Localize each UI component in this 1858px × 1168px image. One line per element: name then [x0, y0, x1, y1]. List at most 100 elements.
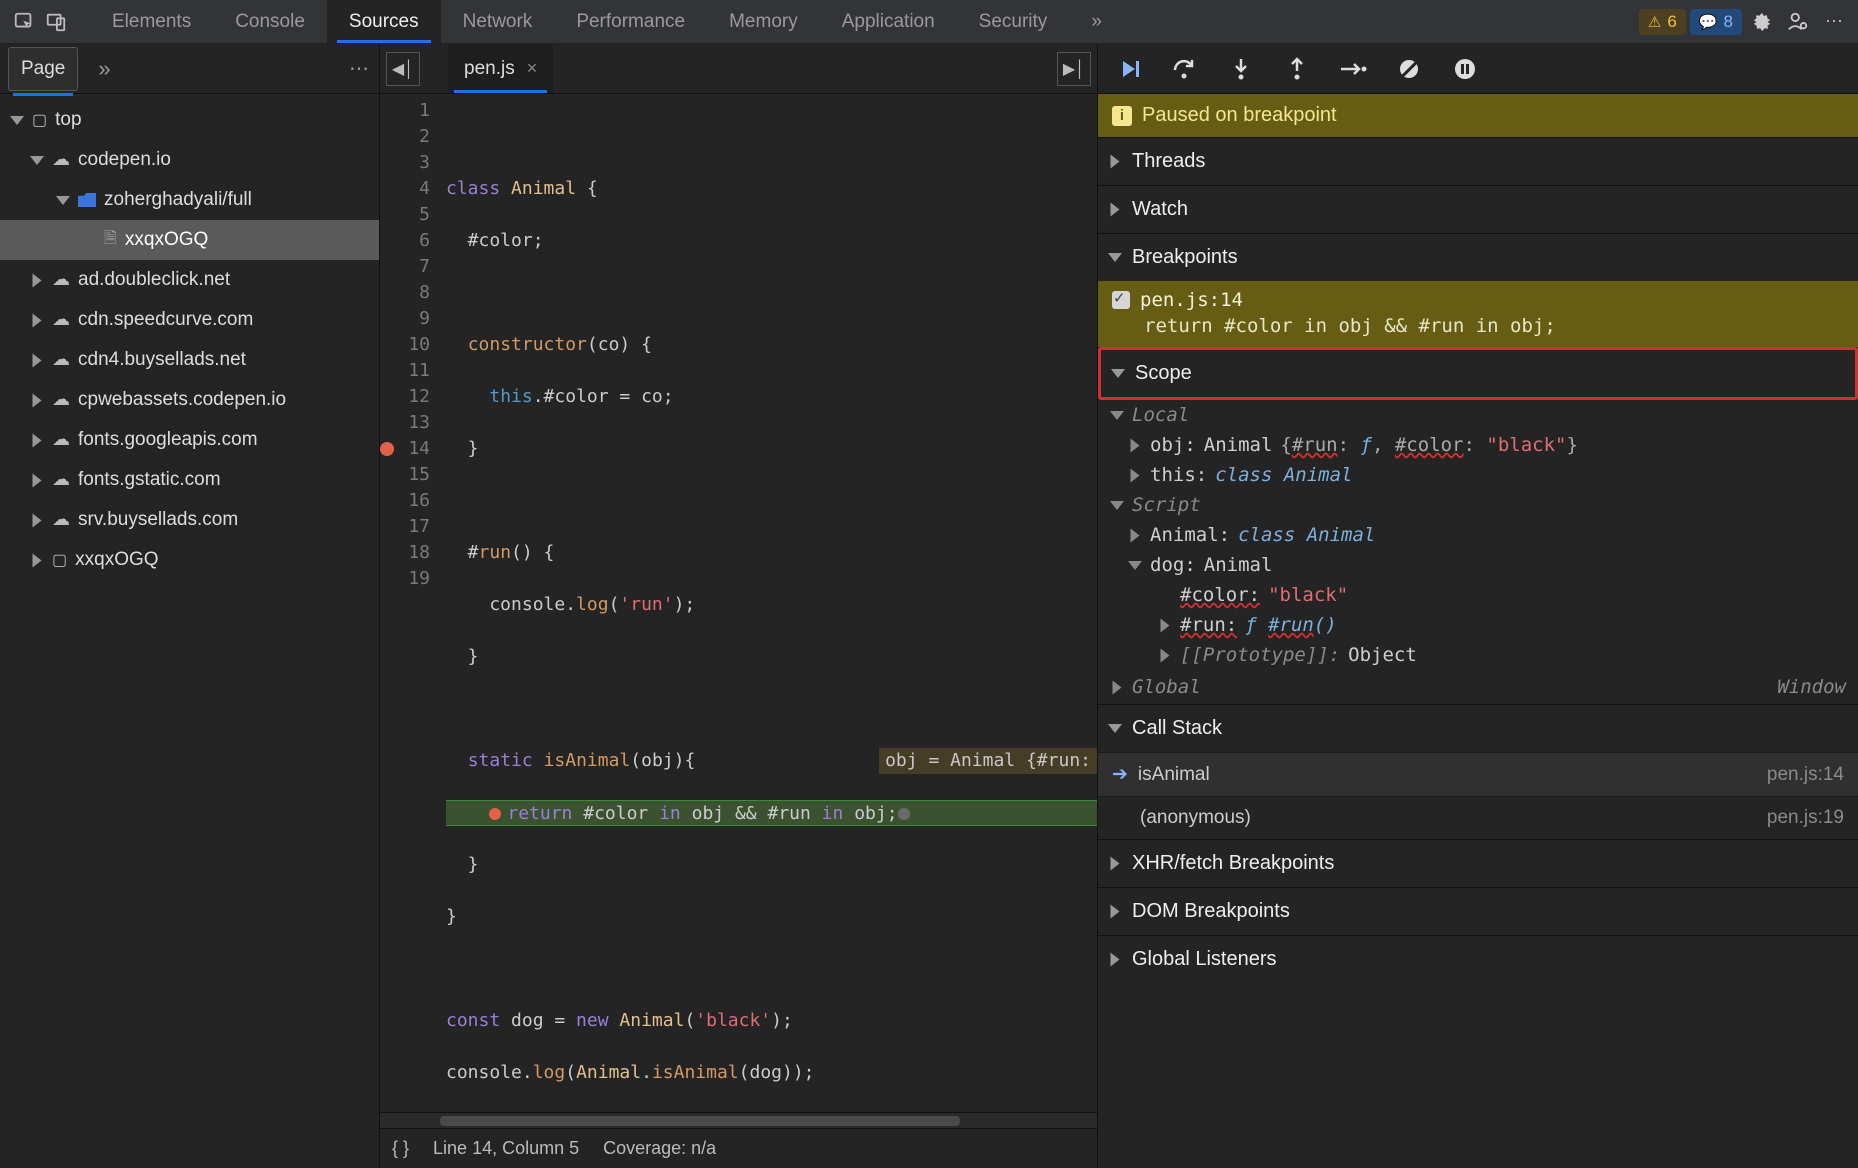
- breakpoint-checkbox[interactable]: [1112, 291, 1130, 309]
- tree-label: zoherghadyali/full: [104, 189, 252, 211]
- tree-domain-codepen[interactable]: codepen.io: [0, 140, 379, 180]
- scope-prop-color[interactable]: #color: "black": [1098, 580, 1858, 610]
- scope-script-header[interactable]: Script: [1098, 490, 1858, 520]
- tabs-overflow-icon[interactable]: »: [1069, 0, 1124, 43]
- toggle-navigator-icon[interactable]: ◀│: [386, 52, 420, 86]
- section-watch[interactable]: Watch: [1098, 185, 1858, 233]
- editor-pane: ◀│ pen.js × ▶│ 1234 5678 9101112 1314151…: [380, 44, 1098, 1168]
- warnings-badge[interactable]: 6: [1639, 9, 1686, 35]
- section-global-listeners[interactable]: Global Listeners: [1098, 935, 1858, 983]
- tree-label: fonts.googleapis.com: [78, 429, 258, 451]
- tab-elements[interactable]: Elements: [90, 0, 213, 43]
- gutter[interactable]: 1234 5678 9101112 13141516 171819: [380, 94, 438, 1112]
- tree-label: codepen.io: [78, 149, 171, 171]
- scope-prop-run[interactable]: #run: ƒ #run(): [1098, 610, 1858, 640]
- cloud-icon: [52, 309, 70, 331]
- cloud-icon: [52, 389, 70, 411]
- step-into-icon[interactable]: [1226, 54, 1256, 84]
- pretty-print-icon[interactable]: { }: [392, 1138, 409, 1159]
- navigator-tab-page[interactable]: Page: [8, 47, 78, 91]
- callstack-frame[interactable]: ➔isAnimal pen.js:14: [1098, 752, 1858, 796]
- step-icon[interactable]: [1338, 54, 1368, 84]
- frame-icon: [32, 109, 47, 131]
- scope-global-header[interactable]: Global Window: [1098, 670, 1858, 704]
- tab-application[interactable]: Application: [820, 0, 957, 43]
- tree-label: ad.doubleclick.net: [78, 269, 230, 291]
- tree-file-selected[interactable]: xxqxOGQ: [0, 220, 379, 260]
- section-xhr-breakpoints[interactable]: XHR/fetch Breakpoints: [1098, 839, 1858, 887]
- tree-domain[interactable]: ad.doubleclick.net: [0, 260, 379, 300]
- tree-label: fonts.gstatic.com: [78, 469, 221, 491]
- debugger-toolbar: [1098, 44, 1858, 94]
- scope-prop-proto[interactable]: [[Prototype]]: Object: [1098, 640, 1858, 670]
- coverage-status: Coverage: n/a: [603, 1138, 716, 1159]
- callstack-frame[interactable]: (anonymous) pen.js:19: [1098, 796, 1858, 839]
- scope-local-header[interactable]: Local: [1098, 400, 1858, 430]
- breakpoint-item[interactable]: pen.js:14 return #color in obj && #run i…: [1098, 281, 1858, 347]
- breakpoint-location: pen.js:14: [1140, 289, 1243, 311]
- tab-performance[interactable]: Performance: [554, 0, 707, 43]
- navigator-pane: Page » ⋯ top codepen.io zoherghadyali/fu…: [0, 44, 380, 1168]
- settings-gear-icon[interactable]: [1746, 6, 1778, 38]
- paused-banner: Paused on breakpoint: [1098, 94, 1858, 137]
- messages-badge[interactable]: 8: [1690, 9, 1742, 35]
- tree-domain[interactable]: fonts.gstatic.com: [0, 460, 379, 500]
- tab-sources[interactable]: Sources: [327, 0, 441, 43]
- tree-domain[interactable]: cdn.speedcurve.com: [0, 300, 379, 340]
- code-body[interactable]: class Animal { #color; constructor(co) {…: [438, 94, 1097, 1112]
- tab-security[interactable]: Security: [957, 0, 1070, 43]
- scope-var-animal[interactable]: Animal: class Animal: [1098, 520, 1858, 550]
- cloud-icon: [52, 149, 70, 171]
- devtools-topbar: Elements Console Sources Network Perform…: [0, 0, 1858, 44]
- toggle-debugger-icon[interactable]: ▶│: [1057, 52, 1091, 86]
- editor-tab-label: pen.js: [464, 58, 515, 80]
- navigator-more-icon[interactable]: ⋯: [349, 56, 371, 81]
- section-callstack[interactable]: Call Stack: [1098, 704, 1858, 752]
- step-out-icon[interactable]: [1282, 54, 1312, 84]
- editor-hscrollbar[interactable]: [380, 1112, 1097, 1128]
- tree-domain[interactable]: srv.buysellads.com: [0, 500, 379, 540]
- paused-message: Paused on breakpoint: [1142, 104, 1337, 127]
- cloud-icon: [52, 349, 70, 371]
- tree-label: xxqxOGQ: [125, 229, 208, 251]
- scope-var-dog[interactable]: dog: Animal: [1098, 550, 1858, 580]
- tree-frame-top[interactable]: top: [0, 100, 379, 140]
- tree-domain[interactable]: cpwebassets.codepen.io: [0, 380, 379, 420]
- section-dom-breakpoints[interactable]: DOM Breakpoints: [1098, 887, 1858, 935]
- code-editor[interactable]: 1234 5678 9101112 13141516 171819 class …: [380, 94, 1097, 1112]
- scope-body: Local obj: Animal {#run: ƒ, #color: "bla…: [1098, 400, 1858, 704]
- navigator-tabs-overflow-icon[interactable]: »: [98, 56, 111, 82]
- frame-icon: [52, 549, 67, 571]
- tree-domain[interactable]: fonts.googleapis.com: [0, 420, 379, 460]
- resume-icon[interactable]: [1114, 54, 1144, 84]
- tab-network[interactable]: Network: [441, 0, 555, 43]
- close-tab-icon[interactable]: ×: [527, 58, 538, 79]
- account-icon[interactable]: [1782, 6, 1814, 38]
- section-breakpoints[interactable]: Breakpoints: [1098, 233, 1858, 281]
- tree-label: srv.buysellads.com: [78, 509, 238, 531]
- folder-icon: [78, 193, 96, 207]
- deactivate-breakpoints-icon[interactable]: [1394, 54, 1424, 84]
- inline-value-hint: obj = Animal {#run:: [879, 748, 1097, 774]
- tab-console[interactable]: Console: [213, 0, 327, 43]
- tree-folder[interactable]: zoherghadyali/full: [0, 180, 379, 220]
- toggle-device-toolbar-icon[interactable]: [40, 6, 72, 38]
- debugger-pane: Paused on breakpoint Threads Watch Break…: [1098, 44, 1858, 1168]
- scope-var-this[interactable]: this: class Animal: [1098, 460, 1858, 490]
- kebab-menu-icon[interactable]: ⋯: [1818, 6, 1850, 38]
- section-threads[interactable]: Threads: [1098, 137, 1858, 185]
- cloud-icon: [52, 269, 70, 291]
- tree-frame-sub[interactable]: xxqxOGQ: [0, 540, 379, 580]
- cursor-position: Line 14, Column 5: [433, 1138, 579, 1159]
- scope-var-obj[interactable]: obj: Animal {#run: ƒ, #color: "black"}: [1098, 430, 1858, 460]
- editor-statusbar: { } Line 14, Column 5 Coverage: n/a: [380, 1128, 1097, 1168]
- inspect-element-icon[interactable]: [8, 6, 40, 38]
- section-scope[interactable]: Scope: [1098, 347, 1858, 400]
- editor-tab[interactable]: pen.js ×: [448, 44, 553, 93]
- tree-label: cpwebassets.codepen.io: [78, 389, 286, 411]
- panel-tabs: Elements Console Sources Network Perform…: [90, 0, 1124, 43]
- pause-on-exceptions-icon[interactable]: [1450, 54, 1480, 84]
- step-over-icon[interactable]: [1170, 54, 1200, 84]
- tree-domain[interactable]: cdn4.buysellads.net: [0, 340, 379, 380]
- tab-memory[interactable]: Memory: [707, 0, 820, 43]
